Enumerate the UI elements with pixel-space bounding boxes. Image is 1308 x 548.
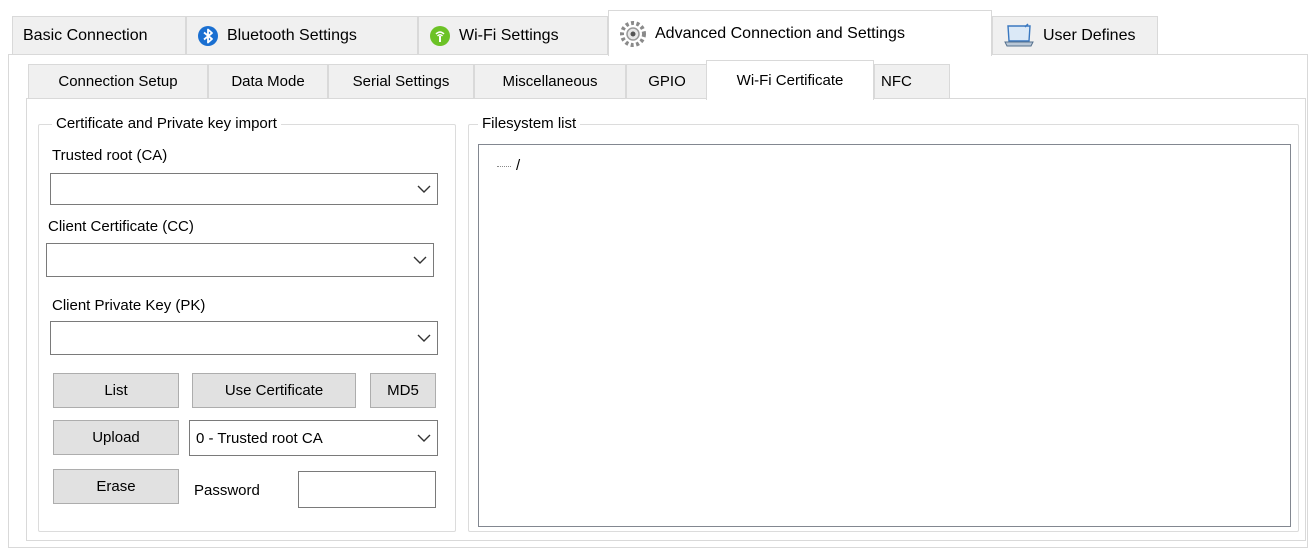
tab-wifi-settings-label: Wi-Fi Settings [459,26,559,44]
tab-basic-connection-label: Basic Connection [23,26,148,44]
tab-bluetooth-settings[interactable]: Bluetooth Settings [186,16,418,54]
tree-node-root[interactable]: / [497,157,520,174]
subtab-data-mode[interactable]: Data Mode [208,64,328,98]
tab-advanced-connection[interactable]: Advanced Connection and Settings [608,10,992,56]
use-certificate-button[interactable]: Use Certificate [192,373,356,408]
password-label: Password [194,482,260,499]
subtab-nfc-label: NFC [881,73,912,90]
subtab-data-mode-label: Data Mode [231,73,305,90]
subtab-gpio[interactable]: GPIO [626,64,708,98]
tab-bluetooth-settings-label: Bluetooth Settings [227,26,357,44]
upload-type-value: 0 - Trusted root CA [196,429,323,447]
upload-button[interactable]: Upload [53,420,179,455]
tab-user-defines-label: User Defines [1043,26,1136,44]
wifi-icon [429,25,451,47]
filesystem-group-title: Filesystem list [478,115,581,133]
chevron-down-icon [413,256,427,264]
client-pk-label: Client Private Key (PK) [52,297,206,314]
tab-advanced-connection-label: Advanced Connection and Settings [655,24,905,42]
tree-connector [497,166,511,167]
trusted-root-label: Trusted root (CA) [52,147,168,164]
gear-icon [619,20,647,48]
tab-user-defines[interactable]: User Defines [992,16,1158,54]
chevron-down-icon [417,185,431,193]
laptop-icon [1003,22,1035,49]
md5-button[interactable]: MD5 [370,373,436,408]
chevron-down-icon [417,434,431,442]
subtab-miscellaneous-label: Miscellaneous [502,73,598,90]
password-field[interactable] [298,471,436,508]
tree-node-root-label: / [516,157,521,174]
filesystem-tree[interactable]: / [478,144,1291,527]
trusted-root-combo[interactable] [50,173,438,205]
tab-basic-connection[interactable]: Basic Connection [12,16,186,54]
client-cert-label: Client Certificate (CC) [48,218,194,235]
chevron-down-icon [417,334,431,342]
subtab-serial-settings[interactable]: Serial Settings [328,64,474,98]
subtab-wifi-certificate-label: Wi-Fi Certificate [736,72,844,89]
list-button[interactable]: List [53,373,179,408]
tab-wifi-settings[interactable]: Wi-Fi Settings [418,16,608,54]
client-pk-combo[interactable] [50,321,438,355]
subtab-connection-setup-label: Connection Setup [58,73,178,90]
subtab-gpio-label: GPIO [648,73,686,90]
upload-type-combo[interactable]: 0 - Trusted root CA [189,420,438,456]
erase-button[interactable]: Erase [53,469,179,504]
certificate-import-group-title: Certificate and Private key import [52,115,281,133]
client-cert-combo[interactable] [46,243,434,277]
subtab-connection-setup[interactable]: Connection Setup [28,64,208,98]
bluetooth-icon [197,25,219,47]
subtab-wifi-certificate[interactable]: Wi-Fi Certificate [706,60,874,100]
subtab-nfc[interactable]: NFC [874,64,950,98]
subtab-miscellaneous[interactable]: Miscellaneous [474,64,626,98]
subtab-serial-settings-label: Serial Settings [352,73,450,90]
